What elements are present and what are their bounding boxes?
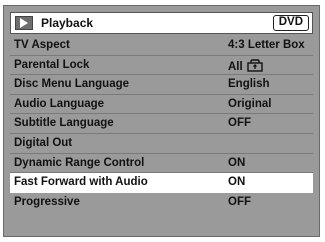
setting-label: Disc Menu Language [14, 78, 130, 91]
settings-list: TV Aspect 4:3 Letter Box Parental Lock A… [10, 36, 313, 212]
disc-type-badge: DVD [272, 15, 309, 31]
setting-value: ON [228, 156, 246, 169]
play-icon [15, 16, 33, 30]
setting-label: Dynamic Range Control [14, 156, 145, 169]
setting-row-progressive[interactable]: Progressive OFF [10, 193, 313, 213]
setting-label: Progressive [14, 195, 80, 208]
playback-menu-screen: Playback DVD TV Aspect 4:3 Letter Box Pa… [3, 5, 320, 237]
setting-label: Subtitle Language [14, 117, 114, 130]
setting-row-subtitle-language[interactable]: Subtitle Language OFF [10, 114, 313, 134]
setting-row-audio-language[interactable]: Audio Language Original [10, 95, 313, 115]
setting-value: All [228, 60, 243, 73]
setting-label: Fast Forward with Audio [14, 176, 148, 189]
setting-value: OFF [228, 117, 251, 130]
setting-label: Parental Lock [14, 58, 90, 71]
setting-value: 4:3 Letter Box [228, 39, 305, 51]
setting-value: ON [228, 176, 246, 189]
setting-value: English [228, 78, 270, 91]
setting-label: TV Aspect [14, 39, 70, 51]
setting-row-tv-aspect[interactable]: TV Aspect 4:3 Letter Box [10, 36, 313, 56]
lock-icon [247, 58, 263, 75]
menu-title: Playback [41, 16, 94, 30]
setting-row-digital-out[interactable]: Digital Out [10, 134, 313, 154]
setting-row-dynamic-range-control[interactable]: Dynamic Range Control ON [10, 154, 313, 174]
setting-label: Audio Language [14, 97, 105, 110]
setting-value-wrap: All [228, 58, 263, 75]
setting-row-disc-menu-language[interactable]: Disc Menu Language English [10, 75, 313, 95]
menu-header: Playback DVD [10, 12, 313, 34]
setting-value: OFF [228, 195, 251, 208]
setting-row-parental-lock[interactable]: Parental Lock All [10, 56, 313, 76]
setting-value: Original [228, 97, 272, 110]
setting-row-fast-forward-with-audio[interactable]: Fast Forward with Audio ON [10, 173, 313, 193]
setting-label: Digital Out [14, 136, 73, 149]
